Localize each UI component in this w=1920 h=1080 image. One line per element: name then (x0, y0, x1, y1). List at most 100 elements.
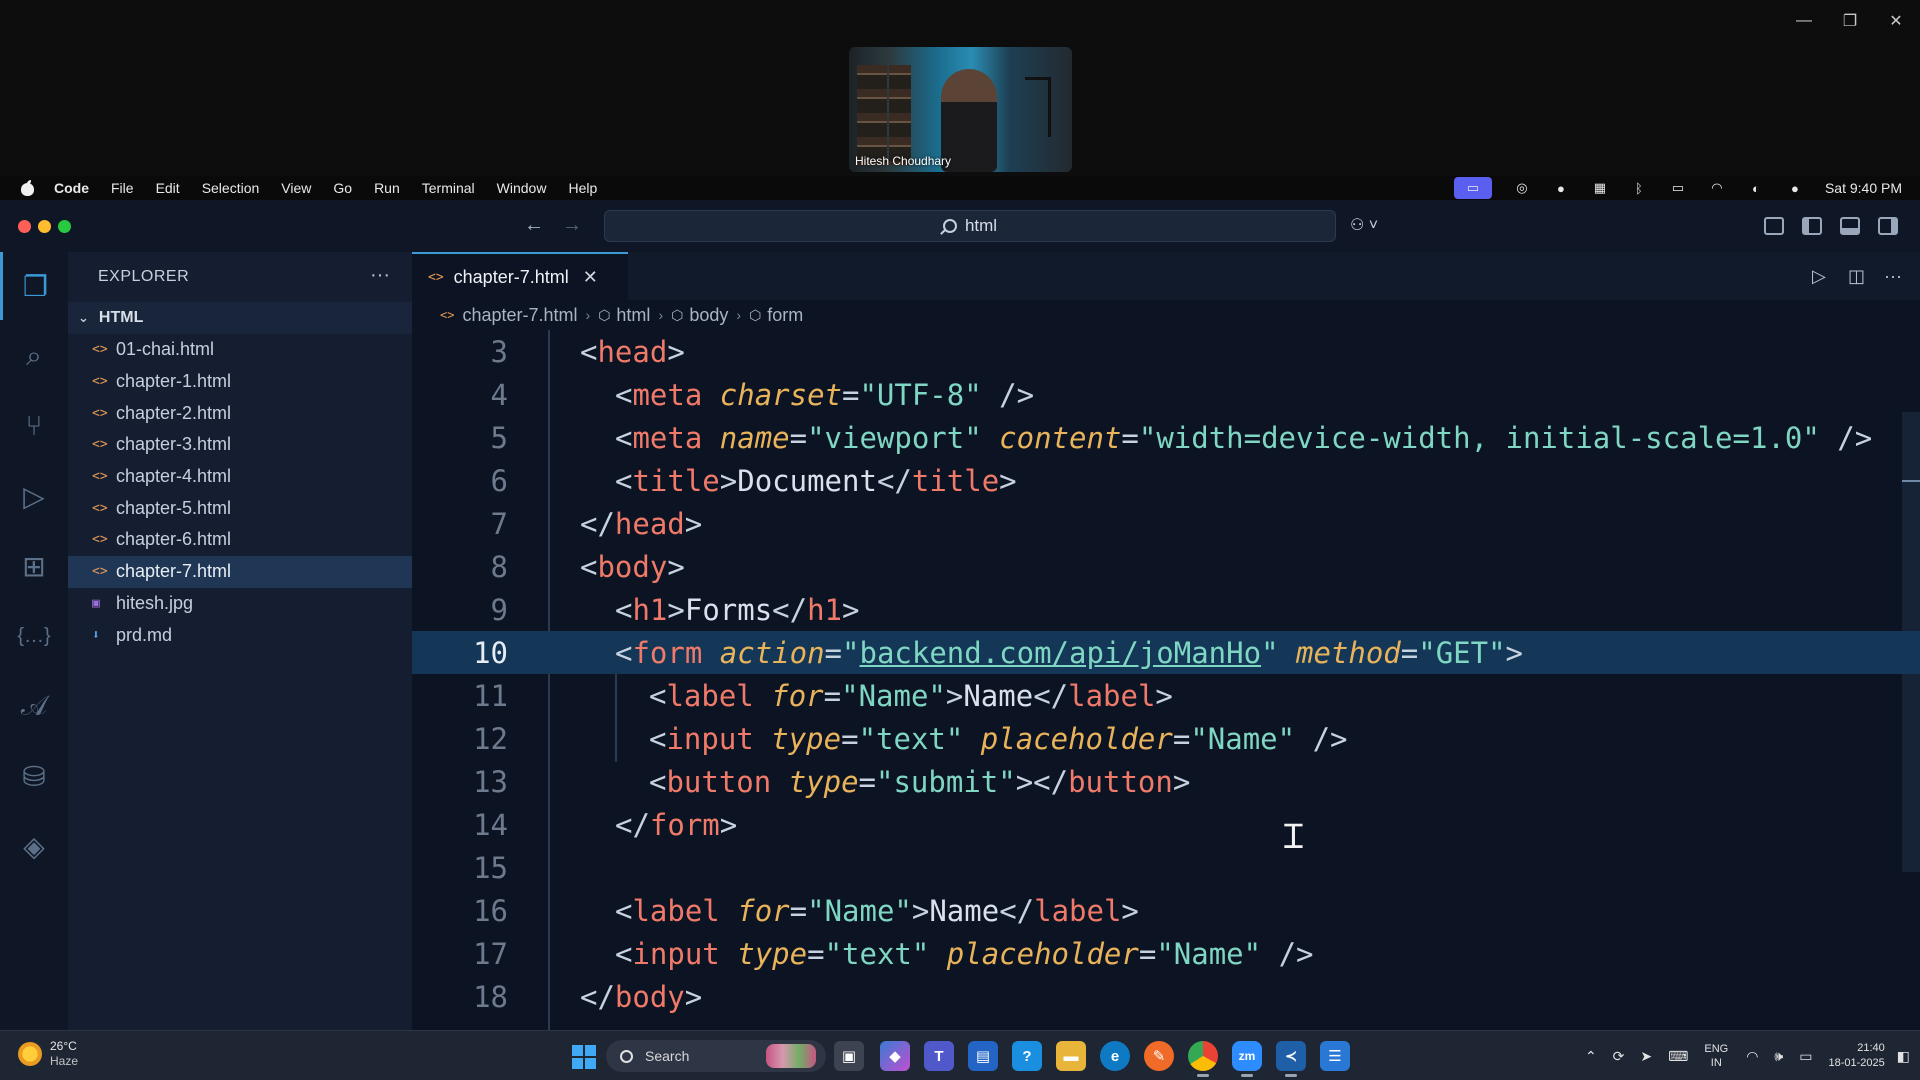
code-line[interactable]: 15 (412, 846, 1920, 889)
menu-file[interactable]: File (111, 180, 134, 196)
code-line[interactable]: 3 <head> (412, 330, 1920, 373)
extensions-icon[interactable]: ⊞ (0, 532, 68, 600)
menubar-clock[interactable]: Sat 9:40 PM (1825, 180, 1902, 196)
minimize-icon[interactable]: — (1786, 8, 1822, 34)
code-line[interactable]: 18 </body> (412, 975, 1920, 1018)
breadcrumb-file[interactable]: chapter-7.html (462, 305, 577, 326)
database-icon[interactable]: ⛁ (0, 742, 68, 810)
breadcrumb-form[interactable]: form (767, 305, 803, 326)
help-icon[interactable]: ? (1012, 1041, 1042, 1071)
code-line[interactable]: 7 </head> (412, 502, 1920, 545)
task-view-icon[interactable]: ▣ (834, 1041, 864, 1071)
command-center-search[interactable]: html (604, 210, 1336, 242)
wifi-icon[interactable]: ◠ (1746, 1048, 1758, 1065)
tab-chapter-7[interactable]: <> chapter-7.html ✕ (412, 252, 628, 300)
menu-go[interactable]: Go (333, 180, 352, 196)
code-line[interactable]: 14 </form> (412, 803, 1920, 846)
toggle-primary-sidebar-icon[interactable] (1802, 217, 1822, 235)
code-line[interactable]: 11 <label for="Name">Name</label> (412, 674, 1920, 717)
taskbar-search[interactable]: Search (606, 1040, 826, 1072)
file-item[interactable]: <> chapter-1.html (68, 366, 412, 398)
battery-icon[interactable]: ▭ (1799, 1048, 1812, 1065)
code-line[interactable]: 6 <title>Document</title> (412, 459, 1920, 502)
chevron-up-icon[interactable]: ⌃ (1585, 1048, 1597, 1065)
code-link[interactable]: backend.com/api/joManHo (859, 636, 1261, 670)
edge-icon[interactable]: e (1100, 1041, 1130, 1071)
taskbar-clock[interactable]: 21:40 18-01-2025 (1828, 1041, 1884, 1071)
menu-selection[interactable]: Selection (202, 180, 260, 196)
code-line[interactable]: 5 <meta name="viewport" content="width=d… (412, 416, 1920, 459)
json-braces-icon[interactable]: {…} (0, 602, 68, 670)
restore-icon[interactable]: ❐ (1832, 8, 1868, 34)
close-tab-icon[interactable]: ✕ (583, 267, 598, 288)
source-control-icon[interactable]: ⑂ (0, 392, 68, 460)
notification-icon[interactable]: ◧ (1897, 1048, 1910, 1065)
arc-extension-icon[interactable]: 𝒜 (0, 672, 68, 740)
code-editor[interactable]: 3 <head> 4 <meta charset="UTF-8" /> 5 <m… (412, 330, 1920, 1030)
keyboard-icon[interactable]: ⌨ (1668, 1048, 1688, 1065)
code-line[interactable]: 17 <input type="text" placeholder="Name"… (412, 932, 1920, 975)
minimize-window-button[interactable] (38, 220, 51, 233)
grid-app-icon[interactable]: ▦ (1591, 180, 1609, 195)
folder-html[interactable]: ⌄ HTML (68, 302, 412, 334)
zoom-icon[interactable]: zm (1232, 1041, 1262, 1077)
file-item[interactable]: ▣ hitesh.jpg (68, 588, 412, 620)
menu-help[interactable]: Help (568, 180, 597, 196)
arrow-left-icon[interactable]: ← (524, 214, 544, 237)
file-item[interactable]: <> chapter-4.html (68, 461, 412, 493)
file-explorer-icon[interactable]: ▬ (1056, 1041, 1086, 1071)
file-item[interactable]: <> chapter-3.html (68, 429, 412, 461)
menu-view[interactable]: View (281, 180, 311, 196)
code-line[interactable]: 4 <meta charset="UTF-8" /> (412, 373, 1920, 416)
chrome-icon[interactable] (1188, 1041, 1218, 1077)
volume-icon[interactable]: 🕪 (1774, 1048, 1783, 1065)
toggle-panel-icon[interactable] (1840, 217, 1860, 235)
file-item[interactable]: <> chapter-5.html (68, 492, 412, 524)
store-icon[interactable]: ▤ (968, 1041, 998, 1071)
wifi-icon[interactable]: ◠ (1708, 180, 1726, 195)
weather-widget[interactable]: 26°C Haze (18, 1039, 78, 1069)
copilot-app-icon[interactable]: ◆ (880, 1041, 910, 1071)
vscode-icon[interactable]: ≺ (1276, 1041, 1306, 1077)
teams-icon[interactable]: T (924, 1041, 954, 1071)
run-file-icon[interactable]: ▷ (1812, 266, 1826, 287)
editor-more-icon[interactable]: ··· (1884, 266, 1902, 287)
layers-icon[interactable]: ◈ (0, 812, 68, 880)
code-line[interactable]: 13 <button type="submit"></button> (412, 760, 1920, 803)
menu-run[interactable]: Run (374, 180, 400, 196)
creative-cloud-icon[interactable]: ◎ (1513, 180, 1531, 195)
run-debug-icon[interactable]: ▷ (0, 462, 68, 530)
brave-icon[interactable]: ✎ (1144, 1041, 1174, 1071)
code-line-current[interactable]: 10 <form action="backend.com/api/joManHo… (412, 631, 1920, 674)
zoom-window-button[interactable] (58, 220, 71, 233)
code-line[interactable]: 9 <h1>Forms</h1> (412, 588, 1920, 631)
control-center-icon[interactable]: ◐ (1747, 181, 1765, 196)
menu-terminal[interactable]: Terminal (422, 180, 475, 196)
apple-logo-icon[interactable] (18, 180, 38, 196)
display-icon[interactable]: ▭ (1669, 180, 1687, 195)
app-status-icon[interactable]: ● (1552, 181, 1570, 196)
bluetooth-icon[interactable]: ᛒ (1630, 181, 1648, 196)
file-item[interactable]: <> chapter-7.html (68, 555, 412, 588)
copilot-icon[interactable]: ⚇ ˅ (1350, 215, 1394, 237)
file-item[interactable]: <> 01-chai.html (68, 334, 412, 366)
explorer-files-icon[interactable]: ❐ (0, 252, 68, 320)
split-editor-icon[interactable]: ◫ (1848, 266, 1865, 287)
close-icon[interactable]: ✕ (1878, 8, 1914, 34)
breadcrumb-html[interactable]: html (616, 305, 650, 326)
code-line[interactable]: 16 <label for="Name">Name</label> (412, 889, 1920, 932)
toggle-secondary-sidebar-icon[interactable] (1878, 217, 1898, 235)
send-icon[interactable]: ➤ (1640, 1048, 1652, 1065)
windows-start-icon[interactable] (572, 1045, 596, 1069)
more-actions-icon[interactable]: ··· (370, 264, 390, 287)
screen-share-icon[interactable]: ▭ (1453, 177, 1492, 199)
file-item[interactable]: ⬇ prd.md (68, 619, 412, 651)
search-icon[interactable]: ⌕ (0, 322, 68, 390)
participant-video[interactable]: Hitesh Choudhary (849, 47, 1072, 172)
code-line[interactable]: 8 <body> (412, 545, 1920, 588)
close-window-button[interactable] (18, 220, 31, 233)
breadcrumb-body[interactable]: body (689, 305, 728, 326)
file-item[interactable]: <> chapter-6.html (68, 524, 412, 556)
customize-layout-icon[interactable] (1764, 217, 1784, 235)
code-line[interactable]: 12 <input type="text" placeholder="Name"… (412, 717, 1920, 760)
